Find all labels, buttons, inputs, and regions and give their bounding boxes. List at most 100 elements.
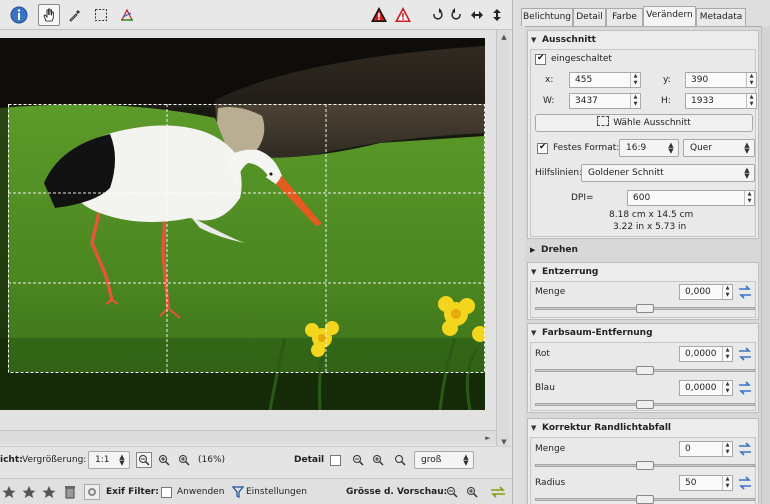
vignette-radius-input[interactable]: 50 ▲ ▼ bbox=[679, 475, 733, 491]
guides-select[interactable]: Goldener Schnitt ▲ ▼ bbox=[581, 164, 755, 182]
flip-horizontal-icon[interactable] bbox=[466, 4, 488, 26]
scroll-right-icon[interactable]: ► bbox=[482, 432, 494, 444]
red-input[interactable]: 0,0000 ▲ ▼ bbox=[679, 346, 733, 362]
spinner-icon[interactable]: ▲ ▼ bbox=[722, 347, 732, 361]
reset-icon[interactable] bbox=[737, 381, 753, 395]
y-input[interactable]: 390 ▲ ▼ bbox=[685, 72, 757, 88]
rotate-left-icon[interactable] bbox=[426, 4, 448, 26]
preview-zoom-in-icon[interactable] bbox=[464, 484, 480, 500]
width-input[interactable]: 3437 ▲ ▼ bbox=[569, 93, 641, 109]
section-drehen[interactable]: ▶ Drehen bbox=[527, 241, 759, 259]
slider-knob[interactable] bbox=[636, 304, 654, 313]
detail-zoom-out-icon[interactable] bbox=[350, 452, 366, 468]
triangle-down-icon: ▼ bbox=[531, 329, 537, 337]
guides-label: Hilfslinien: bbox=[535, 168, 583, 178]
tab-veraendern[interactable]: Verändern bbox=[643, 6, 696, 27]
panel-scrollbar[interactable] bbox=[761, 26, 770, 504]
spinner-icon[interactable]: ▲ ▼ bbox=[630, 94, 640, 108]
preview-zoom-out-icon[interactable] bbox=[444, 484, 460, 500]
image-preview[interactable] bbox=[0, 38, 485, 410]
rating-stars-icon[interactable] bbox=[2, 485, 60, 499]
vignette-amount-input[interactable]: 0 ▲ ▼ bbox=[679, 441, 733, 457]
horizontal-scrollbar[interactable]: ► bbox=[0, 430, 496, 444]
edited-filter-icon[interactable] bbox=[84, 484, 100, 500]
vignette-radius-slider[interactable] bbox=[535, 495, 755, 504]
flip-vertical-icon[interactable] bbox=[486, 4, 508, 26]
randlicht-header[interactable]: ▼ Korrektur Randlichtabfall bbox=[528, 419, 758, 437]
zoom-label: Vergrößerung: bbox=[22, 455, 87, 465]
hand-tool-icon[interactable] bbox=[38, 4, 60, 26]
spinner-icon[interactable]: ▲ ▼ bbox=[722, 285, 732, 299]
tab-farbe[interactable]: Farbe bbox=[606, 8, 643, 26]
spinner-icon[interactable]: ▲ ▼ bbox=[722, 476, 732, 490]
sync-arrows-icon[interactable] bbox=[490, 484, 506, 500]
spinner-icon[interactable]: ▲ ▼ bbox=[722, 442, 732, 456]
vignette-amount-slider[interactable] bbox=[535, 461, 755, 470]
entzerrung-amount-label: Menge bbox=[535, 287, 566, 297]
detail-zoom-100-icon[interactable] bbox=[392, 452, 408, 468]
spinner-icon[interactable]: ▲ ▼ bbox=[744, 191, 754, 205]
info-icon[interactable] bbox=[8, 4, 30, 26]
h-label: H: bbox=[661, 96, 671, 106]
straighten-icon[interactable] bbox=[116, 4, 138, 26]
slider-knob[interactable] bbox=[636, 400, 654, 409]
farbsaum-title: Farbsaum-Entfernung bbox=[542, 328, 653, 338]
ratio-select[interactable]: 16:9 ▲ ▼ bbox=[619, 139, 679, 157]
reset-icon[interactable] bbox=[737, 476, 753, 490]
reset-icon[interactable] bbox=[737, 347, 753, 361]
orientation-select[interactable]: Quer ▲ ▼ bbox=[683, 139, 755, 157]
ausschnitt-header[interactable]: ▼ Ausschnitt bbox=[528, 31, 758, 49]
vignette-amount-label: Menge bbox=[535, 444, 566, 454]
ausschnitt-body: eingeschaltet x: 455 ▲▼ y: 390 ▲▼ W: 343… bbox=[530, 49, 757, 237]
blue-input[interactable]: 0,0000 ▲ ▼ bbox=[679, 380, 733, 396]
tab-detail[interactable]: Detail bbox=[573, 8, 606, 26]
eyedropper-icon[interactable] bbox=[64, 4, 86, 26]
vertical-scrollbar[interactable]: ▲ ▼ bbox=[496, 30, 510, 450]
underexposure-warning-icon[interactable] bbox=[392, 4, 414, 26]
fixed-format-checkbox[interactable] bbox=[537, 142, 548, 154]
dpi-input[interactable]: 600 ▲ ▼ bbox=[627, 190, 755, 206]
ratio-value: 16:9 bbox=[626, 143, 647, 153]
reset-icon[interactable] bbox=[737, 285, 753, 299]
blue-label: Blau bbox=[535, 383, 555, 393]
select-crop-button[interactable]: Wähle Ausschnitt bbox=[535, 114, 753, 132]
spinner-icon[interactable]: ▲ ▼ bbox=[746, 94, 756, 108]
farbsaum-header[interactable]: ▼ Farbsaum-Entfernung bbox=[528, 324, 758, 342]
tab-metadata[interactable]: Metadata bbox=[696, 8, 746, 26]
zoom-100-icon[interactable] bbox=[176, 452, 192, 468]
trash-icon[interactable] bbox=[62, 484, 78, 500]
detail-checkbox[interactable] bbox=[330, 455, 341, 466]
zoom-in-icon[interactable] bbox=[156, 452, 172, 468]
zoom-fit-icon[interactable] bbox=[136, 452, 152, 468]
detail-size-select[interactable]: groß ▲ ▼ bbox=[414, 451, 474, 469]
entzerrung-header[interactable]: ▼ Entzerrung bbox=[528, 263, 758, 281]
slider-knob[interactable] bbox=[636, 461, 654, 470]
height-input[interactable]: 1933 ▲ ▼ bbox=[685, 93, 757, 109]
spinner-icon[interactable]: ▲ ▼ bbox=[722, 381, 732, 395]
blue-slider[interactable] bbox=[535, 400, 755, 409]
slider-knob[interactable] bbox=[636, 366, 654, 375]
triangle-down-icon: ▼ bbox=[531, 268, 537, 276]
x-input[interactable]: 455 ▲ ▼ bbox=[569, 72, 641, 88]
spinner-icon[interactable]: ▲ ▼ bbox=[630, 73, 640, 87]
settings-link[interactable]: Einstellungen bbox=[246, 487, 307, 497]
rotate-right-icon[interactable] bbox=[446, 4, 468, 26]
entzerrung-amount-slider[interactable] bbox=[535, 304, 755, 313]
zoom-status-bar: icht: Vergrößerung: 1:1 ▲ ▼ (16%) Detail … bbox=[0, 446, 512, 474]
spinner-icon[interactable]: ▲ ▼ bbox=[746, 73, 756, 87]
x-value: 455 bbox=[575, 75, 593, 85]
red-slider[interactable] bbox=[535, 366, 755, 375]
crop-enabled-checkbox[interactable] bbox=[535, 53, 546, 65]
crop-select-icon[interactable] bbox=[90, 4, 112, 26]
entzerrung-amount-input[interactable]: 0,000 ▲ ▼ bbox=[679, 284, 733, 300]
detail-zoom-in-icon[interactable] bbox=[370, 452, 386, 468]
slider-knob[interactable] bbox=[636, 495, 654, 504]
y-label: y: bbox=[663, 75, 671, 85]
tab-belichtung[interactable]: Belichtung bbox=[521, 8, 573, 26]
reset-icon[interactable] bbox=[737, 442, 753, 456]
zoom-select[interactable]: 1:1 ▲ ▼ bbox=[88, 451, 130, 469]
scroll-up-icon[interactable]: ▲ bbox=[498, 31, 510, 43]
overexposure-warning-icon[interactable] bbox=[368, 4, 390, 26]
filter-funnel-icon[interactable] bbox=[230, 484, 246, 500]
exif-filter-apply-checkbox[interactable] bbox=[161, 487, 172, 498]
